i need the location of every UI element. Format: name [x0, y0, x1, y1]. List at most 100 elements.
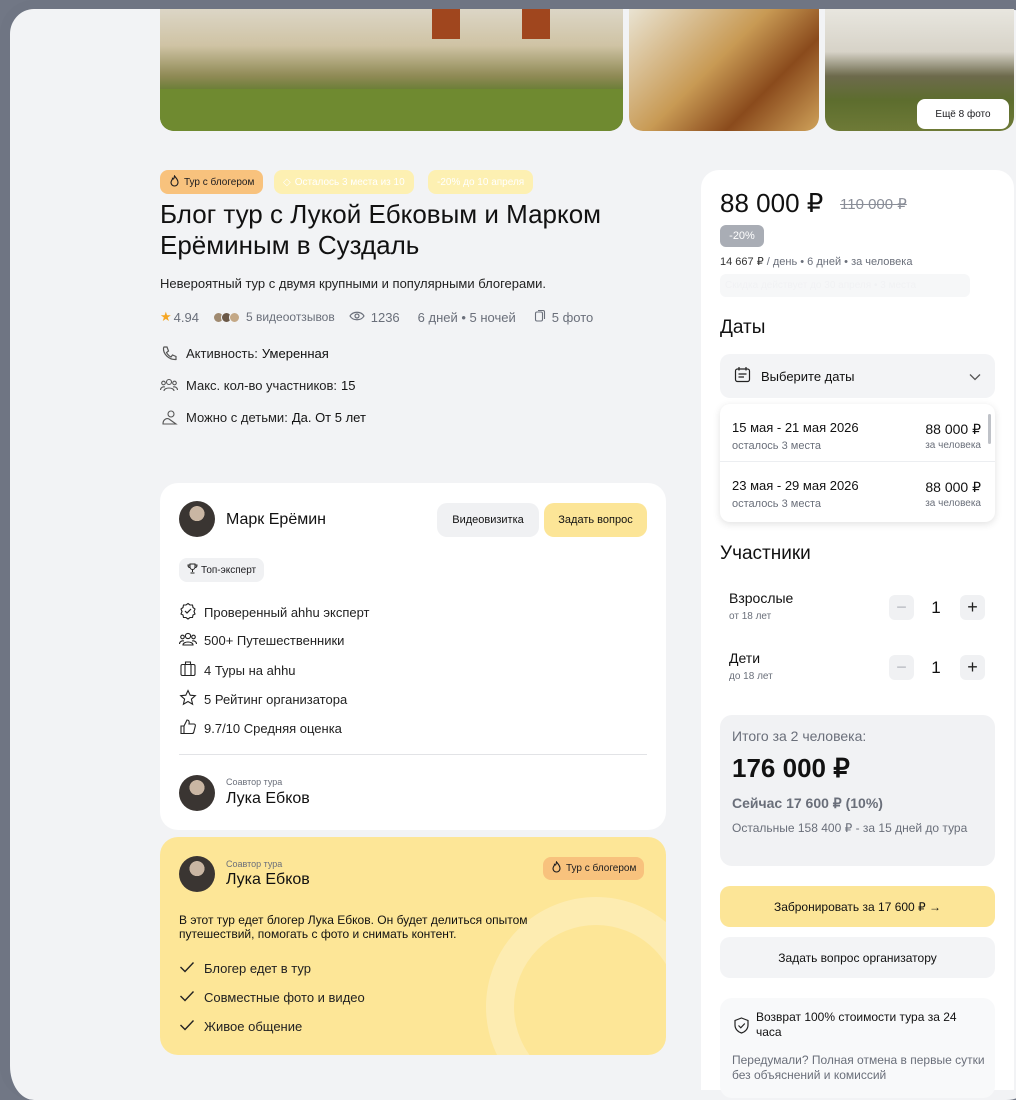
photos-count[interactable]: 5 фото [552, 310, 594, 325]
book-button[interactable]: Забронировать за 17 600 ₽ → [720, 886, 995, 927]
check-icon [179, 1019, 195, 1034]
verified-icon [179, 602, 197, 623]
coauthor-name[interactable]: Лука Ебков [226, 790, 310, 808]
photos-icon [534, 309, 546, 325]
coauthor-label: Соавтор тура [226, 777, 283, 787]
date-range: 23 мая - 29 мая 2026 [732, 478, 859, 493]
star-icon: ★ [160, 309, 172, 324]
calendar-icon [734, 366, 751, 386]
check-icon [179, 961, 195, 976]
coauthor-avatar[interactable] [179, 775, 215, 811]
author-feature-text: Проверенный ahhu эксперт [204, 605, 370, 620]
tour-description: Невероятный тур с двумя крупными и попул… [160, 276, 547, 291]
date-per: за человека [925, 440, 981, 451]
participants-value: 15 [341, 377, 356, 393]
discount-chip: -20% [720, 225, 764, 247]
page-frame: Ещё 8 фото Тур с блогером ◇ Осталось 3 м… [0, 0, 1016, 1100]
discount-badge-label: -20% до 10 апреля [437, 176, 525, 188]
date-option[interactable]: 23 мая - 29 мая 2026 осталось 3 места 88… [720, 462, 995, 520]
kids-label: Можно с детьми: [186, 409, 288, 425]
more-photos-button[interactable]: Ещё 8 фото [917, 99, 1009, 129]
adults-count: 1 [931, 598, 941, 617]
thumbs-up-icon [179, 718, 197, 738]
discount-note: Скидка действует до 30 апреля • 3 места [720, 274, 970, 297]
reviewer-avatars [212, 311, 240, 323]
old-price: 110 000 ₽ [840, 196, 907, 213]
per-day-price: 14 667 ₽ / день • 6 дней • за человека [720, 255, 912, 268]
ask-organizer-button[interactable]: Задать вопрос организатору [720, 937, 995, 978]
kids-plus-button[interactable]: + [960, 655, 985, 680]
refund-text: Передумали? Полная отмена в первые сутки… [732, 1053, 985, 1082]
blogger-coauthor-label: Соавтор тура [226, 859, 283, 869]
activity-label: Активность: [186, 345, 258, 361]
author-feature-text: 9.7/10 Средняя оценка [204, 720, 342, 736]
author-feature: Проверенный ahhu эксперт [179, 602, 370, 623]
check-icon [179, 990, 195, 1005]
adults-minus-button[interactable]: − [889, 595, 914, 620]
date-per: за человека [925, 498, 981, 509]
participants-label: Макс. кол-во участников: [186, 377, 338, 393]
author-feature: 4 Туры на ahhu [179, 660, 296, 680]
tour-photo-main[interactable] [160, 9, 623, 131]
diamond-icon: ◇ [283, 176, 291, 188]
rating-value: 4.94 [173, 309, 199, 325]
kids-value: Да. От 5 лет [291, 409, 366, 425]
author-feature-text: 500+ Путешественники [204, 633, 345, 648]
author-feature: 5 Рейтинг организатора [179, 689, 347, 709]
blogger-tour-badge-label: Тур с блогером [184, 176, 255, 188]
blogger-description: В этот тур едет блогер Лука Ебков. Он бу… [179, 913, 528, 941]
blogger-tour-badge: Тур с блогером [160, 170, 264, 194]
total-label: Итого за 2 человека: [732, 728, 867, 744]
per-day-value: 14 667 ₽ [720, 256, 764, 268]
adults-plus-button[interactable]: + [960, 595, 985, 620]
tour-title: Блог тур с Лукой Ебковым и Марком Ерёмин… [160, 199, 602, 260]
dates-select[interactable]: Выберите даты [720, 354, 995, 398]
duration-text: 6 дней • 5 ночей [417, 309, 516, 325]
scrollbar[interactable] [988, 414, 991, 444]
ask-question-button[interactable]: Задать вопрос [544, 503, 647, 537]
kids-minus-button[interactable]: − [889, 655, 914, 680]
flame-icon [551, 860, 562, 876]
tour-photo-2[interactable] [629, 9, 819, 131]
rest-value: Остальные 158 400 ₽ - за 15 дней до тура [732, 821, 968, 835]
shield-icon [734, 1017, 749, 1039]
blogger-card: Соавтор тура Лука Ебков Тур с блогером В… [160, 837, 666, 1055]
per-day-details: / день • 6 дней • за человека [763, 256, 913, 268]
divider [179, 754, 647, 755]
author-name[interactable]: Марк Ерёмин [226, 511, 326, 529]
top-expert-label: Топ-эксперт [201, 564, 257, 576]
places-left-label: Осталось 3 места из 10 [294, 176, 405, 188]
kids-label: Дети [729, 650, 761, 666]
blogger-name[interactable]: Лука Ебков [226, 871, 310, 889]
people-icon [178, 631, 198, 650]
date-places-left: осталось 3 места [732, 440, 821, 452]
date-price: 88 000 ₽ [925, 479, 981, 495]
date-price: 88 000 ₽ [925, 421, 981, 437]
date-option[interactable]: 15 мая - 21 мая 2026 осталось 3 места 88… [720, 404, 995, 462]
total-box: Итого за 2 человека: 176 000 ₽ Сейчас 17… [720, 715, 995, 866]
dates-placeholder: Выберите даты [761, 368, 855, 384]
eye-icon [349, 310, 365, 325]
booking-panel: 88 000 ₽ 110 000 ₽ -20% 14 667 ₽ / день … [701, 170, 1014, 1098]
kids-icon [160, 408, 178, 426]
kids-count: 1 [931, 658, 941, 677]
participants-row: Макс. кол-во участников: 15 [160, 376, 356, 394]
author-avatar[interactable] [179, 501, 215, 537]
places-left-badge: ◇ Осталось 3 места из 10 [274, 170, 414, 194]
author-feature-text: 5 Рейтинг организатора [204, 691, 348, 707]
blogger-avatar[interactable] [179, 856, 215, 892]
activity-value: Умеренная [261, 345, 329, 361]
activity-row: Активность: Умеренная [160, 344, 329, 362]
refund-box: Возврат 100% стоимости тура за 24 часа П… [720, 998, 995, 1098]
blogger-item: Живое общение [179, 1019, 302, 1034]
group-icon [160, 376, 178, 394]
participants-title: Участники [720, 543, 811, 564]
star-outline-icon [179, 689, 197, 709]
video-reviews-link[interactable]: 5 видеоотзывов [246, 310, 335, 324]
author-feature-text: 4 Туры на ahhu [204, 662, 296, 678]
discount-badge: -20% до 10 апреля [428, 170, 534, 194]
suitcase-icon [179, 660, 197, 680]
blogger-badge-label: Тур с блогером [566, 863, 637, 874]
video-card-button[interactable]: Видеовизитка [437, 503, 539, 537]
blogger-item-text: Живое общение [204, 1019, 303, 1034]
